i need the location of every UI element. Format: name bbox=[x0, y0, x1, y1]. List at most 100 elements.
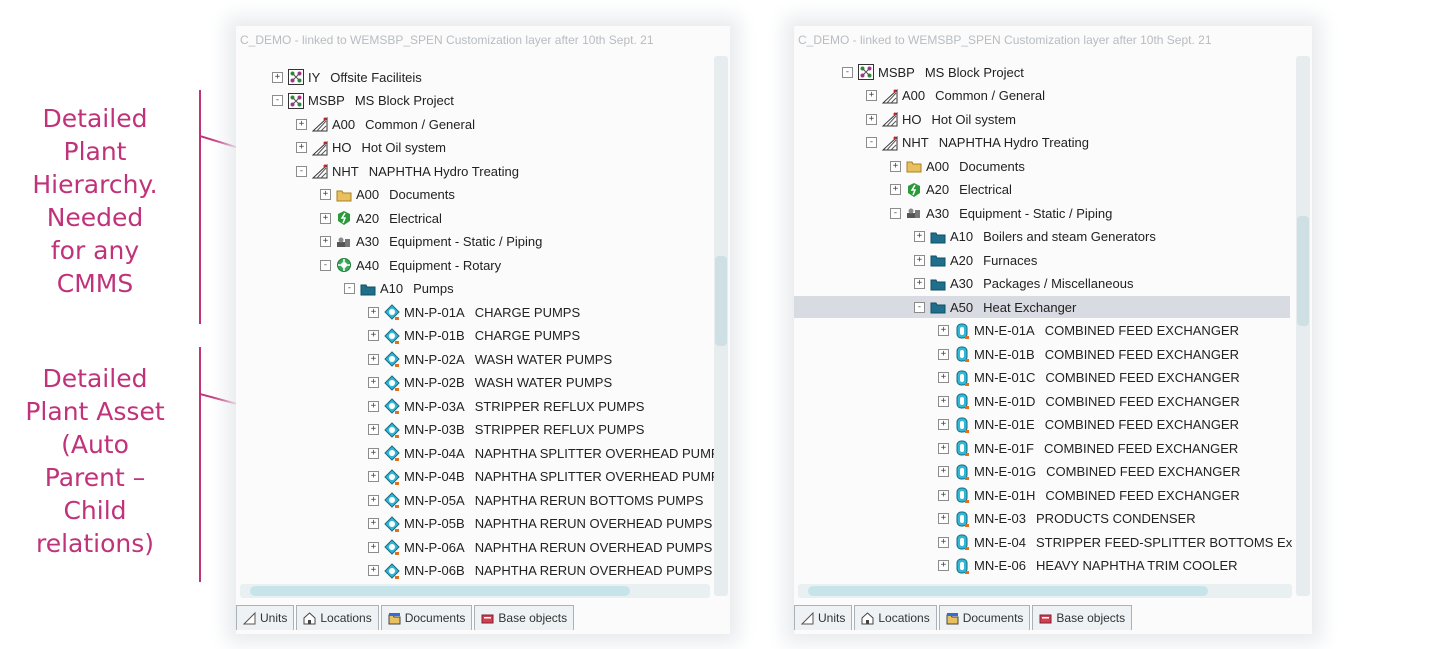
horizontal-scrollbar[interactable] bbox=[240, 584, 710, 598]
expand-toggle[interactable]: + bbox=[914, 254, 925, 266]
collapse-toggle[interactable]: - bbox=[296, 165, 307, 177]
tree-row[interactable]: + A30 Packages / Miscellaneous bbox=[794, 273, 1290, 295]
tab-documents[interactable]: Documents bbox=[380, 605, 473, 630]
tree-row[interactable]: - A50 Heat Exchanger bbox=[794, 296, 1290, 318]
expand-toggle[interactable]: + bbox=[368, 306, 379, 318]
collapse-toggle[interactable]: - bbox=[890, 207, 901, 219]
expand-toggle[interactable]: + bbox=[938, 513, 949, 524]
tree-row[interactable]: + MN-E-01F COMBINED FEED EXCHANGER bbox=[794, 437, 1290, 459]
expand-toggle[interactable]: + bbox=[368, 565, 379, 576]
tree-row[interactable]: + MN-E-01H COMBINED FEED EXCHANGER bbox=[794, 484, 1290, 506]
expand-toggle[interactable]: + bbox=[368, 330, 379, 341]
tree-row[interactable]: + MN-P-04B NAPHTHA SPLITTER OVERHEAD PUMP bbox=[236, 466, 720, 488]
tree-row[interactable]: + A00 Documents bbox=[794, 155, 1290, 177]
vertical-scrollbar[interactable] bbox=[714, 56, 728, 596]
expand-toggle[interactable]: + bbox=[368, 353, 379, 365]
tree-row[interactable]: + A30 Equipment - Static / Piping bbox=[236, 231, 708, 253]
tree-row[interactable]: + MN-P-03B STRIPPER REFLUX PUMPS bbox=[236, 419, 708, 441]
scrollbar-thumb[interactable] bbox=[250, 586, 630, 596]
tree-row[interactable]: + A20 Electrical bbox=[236, 207, 708, 229]
tree-row[interactable]: - A10 Pumps bbox=[236, 278, 708, 300]
tree-row[interactable]: + MN-P-04A NAPHTHA SPLITTER OVERHEAD PUMP bbox=[236, 442, 720, 464]
tree-row[interactable]: + MN-E-01B COMBINED FEED EXCHANGER bbox=[794, 343, 1290, 365]
collapse-toggle[interactable]: - bbox=[320, 259, 331, 271]
tree-row[interactable]: + MN-E-01E COMBINED FEED EXCHANGER bbox=[794, 414, 1290, 436]
expand-toggle[interactable]: + bbox=[368, 447, 379, 459]
tree-row[interactable]: + MN-E-01D COMBINED FEED EXCHANGER bbox=[794, 390, 1290, 412]
tree-row[interactable]: - NHT NAPHTHA Hydro Treating bbox=[794, 132, 1290, 154]
expand-toggle[interactable]: + bbox=[866, 113, 877, 125]
tree-row[interactable]: - A30 Equipment - Static / Piping bbox=[794, 202, 1290, 224]
expand-toggle[interactable]: + bbox=[368, 471, 379, 482]
tree-row[interactable]: + MN-P-06A NAPHTHA RERUN OVERHEAD PUMPS bbox=[236, 536, 712, 558]
tree-row[interactable]: + MN-P-05B NAPHTHA RERUN OVERHEAD PUMPS bbox=[236, 513, 712, 535]
tree-row[interactable]: + A00 Documents bbox=[236, 184, 708, 206]
expand-toggle[interactable]: + bbox=[368, 494, 379, 506]
tree-row[interactable]: - NHT NAPHTHA Hydro Treating bbox=[236, 160, 708, 182]
expand-toggle[interactable]: + bbox=[320, 212, 331, 224]
expand-toggle[interactable]: + bbox=[368, 518, 379, 529]
tree-row[interactable]: + MN-E-04 STRIPPER FEED-SPLITTER BOTTOMS E… bbox=[794, 531, 1292, 553]
tab-base-objects[interactable]: Base objects bbox=[474, 605, 575, 630]
vertical-scrollbar[interactable] bbox=[1296, 56, 1310, 596]
expand-toggle[interactable]: + bbox=[938, 442, 949, 454]
tab-units[interactable]: Units bbox=[794, 605, 853, 630]
tree-row[interactable]: - MSBP MS Block Project bbox=[794, 61, 1290, 83]
tree-row[interactable]: + MN-E-01A COMBINED FEED EXCHANGER bbox=[794, 320, 1290, 342]
tree-row[interactable]: + MN-P-05A NAPHTHA RERUN BOTTOMS PUMPS bbox=[236, 489, 708, 511]
tree-row[interactable]: + A00 Common / General bbox=[794, 85, 1290, 107]
expand-toggle[interactable]: + bbox=[368, 377, 379, 388]
tree-row[interactable]: + MN-E-06 HEAVY NAPHTHA TRIM COOLER bbox=[794, 555, 1290, 577]
tree-row[interactable]: + MN-E-01G COMBINED FEED EXCHANGER bbox=[794, 461, 1290, 483]
expand-toggle[interactable]: + bbox=[296, 142, 307, 153]
tab-base-objects[interactable]: Base objects bbox=[1032, 605, 1133, 630]
collapse-toggle[interactable]: - bbox=[914, 301, 925, 313]
tree-row[interactable]: + HO Hot Oil system bbox=[236, 137, 708, 159]
tree-row[interactable]: + MN-P-02A WASH WATER PUMPS bbox=[236, 348, 708, 370]
expand-toggle[interactable]: + bbox=[938, 560, 949, 571]
expand-toggle[interactable]: + bbox=[914, 231, 925, 242]
tree-row[interactable]: + MN-P-06B NAPHTHA RERUN OVERHEAD PUMPS bbox=[236, 560, 712, 582]
tree-row[interactable]: + A20 Furnaces bbox=[794, 249, 1290, 271]
expand-toggle[interactable]: + bbox=[368, 424, 379, 435]
tree-row[interactable]: + A10 Boilers and steam Generators bbox=[794, 226, 1290, 248]
tab-locations[interactable]: Locations bbox=[854, 605, 937, 630]
expand-toggle[interactable]: + bbox=[866, 90, 877, 101]
expand-toggle[interactable]: + bbox=[914, 278, 925, 289]
collapse-toggle[interactable]: - bbox=[866, 137, 877, 148]
collapse-toggle[interactable]: - bbox=[842, 66, 853, 78]
expand-toggle[interactable]: + bbox=[890, 184, 901, 195]
tree-row[interactable]: + A20 Electrical bbox=[794, 179, 1290, 201]
expand-toggle[interactable]: + bbox=[320, 189, 331, 200]
tree-row[interactable]: + MN-P-01B CHARGE PUMPS bbox=[236, 325, 708, 347]
expand-toggle[interactable]: + bbox=[938, 419, 949, 430]
tree-row[interactable]: + MN-E-01C COMBINED FEED EXCHANGER bbox=[794, 367, 1290, 389]
expand-toggle[interactable]: + bbox=[938, 348, 949, 360]
tree-row[interactable]: + MN-P-03A STRIPPER REFLUX PUMPS bbox=[236, 395, 708, 417]
expand-toggle[interactable]: + bbox=[368, 400, 379, 412]
tree-row[interactable]: - A40 Equipment - Rotary bbox=[236, 254, 708, 276]
tree-row[interactable]: - MSBP MS Block Project bbox=[236, 90, 708, 112]
collapse-toggle[interactable]: - bbox=[272, 95, 283, 106]
tree-row[interactable]: + MN-P-01A CHARGE PUMPS bbox=[236, 301, 708, 323]
expand-toggle[interactable]: + bbox=[938, 395, 949, 407]
tree-row[interactable]: + MN-E-03 PRODUCTS CONDENSER bbox=[794, 508, 1290, 530]
tree-row[interactable]: + MN-P-02B WASH WATER PUMPS bbox=[236, 372, 708, 394]
expand-toggle[interactable]: + bbox=[890, 160, 901, 172]
scrollbar-thumb[interactable] bbox=[808, 586, 1208, 596]
expand-toggle[interactable]: + bbox=[272, 71, 283, 83]
collapse-toggle[interactable]: - bbox=[344, 283, 355, 294]
scrollbar-thumb[interactable] bbox=[715, 256, 727, 346]
expand-toggle[interactable]: + bbox=[296, 118, 307, 130]
expand-toggle[interactable]: + bbox=[938, 325, 949, 336]
expand-toggle[interactable]: + bbox=[320, 236, 331, 247]
tree-row[interactable]: + A00 Common / General bbox=[236, 113, 708, 135]
expand-toggle[interactable]: + bbox=[938, 489, 949, 501]
scrollbar-thumb[interactable] bbox=[1297, 216, 1309, 326]
tree-row[interactable]: + HO Hot Oil system bbox=[794, 108, 1290, 130]
tab-units[interactable]: Units bbox=[236, 605, 295, 630]
tab-locations[interactable]: Locations bbox=[296, 605, 379, 630]
horizontal-scrollbar[interactable] bbox=[798, 584, 1292, 598]
tree-row[interactable]: + IY Offsite Faciliteis bbox=[236, 66, 708, 88]
expand-toggle[interactable]: + bbox=[938, 466, 949, 477]
